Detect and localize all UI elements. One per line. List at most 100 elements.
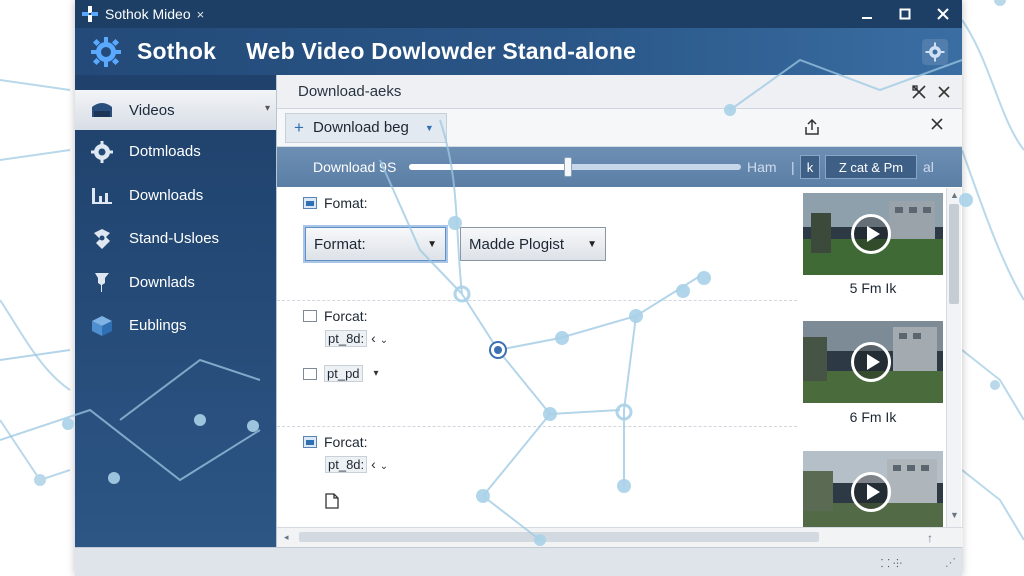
- video-thumbnails: 5 Fm Ik 6 Fm Ik: [803, 188, 945, 533]
- play-icon[interactable]: [851, 342, 891, 382]
- scroll-down-icon[interactable]: ▼: [950, 510, 959, 520]
- progress-track[interactable]: [409, 164, 741, 170]
- format-select[interactable]: Format: ▼: [305, 227, 446, 261]
- sidebar-item-downlads[interactable]: Downlads: [75, 261, 276, 305]
- format-header-row: Fomat:: [303, 195, 368, 211]
- progress-fill: [409, 164, 569, 170]
- sidebar: Videos ▾ Dotmloads Downloads Stand-Usloe…: [75, 75, 276, 547]
- vertical-scrollbar[interactable]: ▲ ▼: [946, 188, 961, 533]
- section2-field2-row: pt_pd ▾: [303, 365, 388, 382]
- download-panel: Download-aeks + Download beg ▼ Download …: [276, 75, 963, 547]
- tab-download[interactable]: + Download beg ▼: [285, 112, 447, 143]
- thumbnail-caption: 6 Fm Ik: [849, 409, 897, 425]
- section3-title: Forcat:: [324, 434, 368, 450]
- panel-header: Download-aeks: [277, 75, 962, 109]
- maximize-button[interactable]: [886, 0, 924, 28]
- sidebar-item-label: Stand-Usloes: [129, 230, 220, 248]
- title-close-glyph: ×: [196, 6, 205, 22]
- divider: [277, 426, 797, 427]
- scroll-up-icon[interactable]: ▲: [950, 190, 959, 200]
- panel-header-buttons: [912, 84, 950, 99]
- app-logo-icon: [82, 6, 98, 22]
- sidebar-item-dotmloads[interactable]: Dotmloads: [75, 130, 276, 174]
- section2-field2-checkbox[interactable]: [303, 367, 317, 380]
- collapse-icon[interactable]: [912, 84, 926, 99]
- horizontal-scroll-thumb[interactable]: [299, 532, 819, 542]
- maximize-icon: [899, 8, 911, 20]
- sidebar-item-label: Videos: [129, 101, 175, 119]
- puzzle-icon: [89, 226, 115, 252]
- progress-slider-handle[interactable]: [564, 157, 573, 177]
- k-button[interactable]: k: [800, 155, 820, 179]
- gear-icon: [925, 42, 945, 61]
- section2-checkbox[interactable]: [303, 310, 317, 322]
- section2-field2[interactable]: pt_pd: [324, 365, 363, 382]
- trailing-text: al: [923, 159, 934, 175]
- chevron-down-icon: ▾: [264, 103, 270, 114]
- bar-chart-icon: [89, 182, 115, 208]
- sidebar-item-label: Eublings: [129, 317, 187, 335]
- chevron-down-icon: ▼: [587, 238, 597, 250]
- video-thumbnail[interactable]: [803, 193, 943, 275]
- section2-field1-row: pt_8d: ‹ ⌄: [325, 330, 388, 347]
- panel-title: Download-aeks: [298, 83, 402, 100]
- format-section-2: Forcat: pt_8d: ‹ ⌄ pt_pd ▾: [303, 308, 388, 382]
- chevron-down-icon[interactable]: ⌄: [380, 335, 388, 346]
- back-arrow-icon[interactable]: ‹: [371, 456, 376, 472]
- back-arrow-icon[interactable]: ‹: [371, 330, 376, 346]
- close-icon[interactable]: [931, 118, 943, 130]
- settings-button[interactable]: [922, 38, 948, 65]
- window-controls: [848, 0, 962, 28]
- sidebar-item-label: Dotmloads: [129, 143, 201, 161]
- play-icon[interactable]: [851, 472, 891, 512]
- vertical-scroll-thumb[interactable]: [949, 204, 959, 304]
- chevron-down-icon[interactable]: ⌄: [380, 461, 388, 472]
- section3-checkbox[interactable]: [303, 436, 317, 448]
- play-icon[interactable]: [851, 214, 891, 254]
- minimize-button[interactable]: [848, 0, 886, 28]
- pin-icon: [89, 269, 115, 295]
- format-checkbox[interactable]: [303, 197, 317, 209]
- minimize-icon: [862, 17, 872, 19]
- chevron-down-icon[interactable]: ▾: [374, 368, 379, 379]
- chevron-down-icon: ▼: [427, 238, 437, 250]
- format-section-3: Forcat: pt_8d: ‹ ⌄: [303, 434, 388, 512]
- plus-icon: +: [294, 117, 304, 137]
- separator: |: [791, 159, 795, 175]
- file-icon-row: [325, 493, 388, 512]
- sidebar-item-stand-usloes[interactable]: Stand-Usloes: [75, 217, 276, 261]
- horizontal-scrollbar[interactable]: ◂ ↑: [277, 527, 963, 547]
- share-icon[interactable]: [803, 118, 821, 136]
- chevron-down-icon[interactable]: ▼: [425, 123, 434, 133]
- sidebar-item-label: Downlads: [129, 273, 195, 291]
- zcat-button[interactable]: Z cat & Pm: [825, 155, 917, 179]
- close-icon[interactable]: [938, 85, 950, 98]
- scroll-top-icon[interactable]: ↑: [927, 531, 933, 545]
- video-thumbnail[interactable]: [803, 321, 943, 403]
- scroll-left-icon[interactable]: ◂: [284, 532, 289, 543]
- download-progress-bar: Download 9S Ham | k Z cat & Pm al: [277, 147, 962, 187]
- app-window: Sothok Mideo × Sothok Web Video Dowlowde…: [75, 0, 963, 576]
- sidebar-item-downloads[interactable]: Downloads: [75, 174, 276, 218]
- video-thumbnail[interactable]: [803, 451, 943, 533]
- video-folder-icon: [89, 97, 115, 123]
- section2-title: Forcat:: [324, 308, 368, 324]
- tab-label: Download beg: [312, 119, 409, 136]
- section2-field1[interactable]: pt_8d:: [325, 330, 368, 347]
- section3-field1[interactable]: pt_8d:: [325, 456, 368, 473]
- resize-grip-icon[interactable]: ⋰: [945, 556, 956, 569]
- sidebar-item-eublings[interactable]: Eublings: [75, 304, 276, 348]
- playlist-select[interactable]: Madde Plogist ▼: [460, 227, 606, 261]
- divider: [277, 300, 797, 301]
- thumbnail-caption: 5 Fm Ik: [849, 280, 897, 296]
- file-icon[interactable]: [325, 493, 339, 509]
- close-icon: [937, 8, 949, 20]
- brand-gear-icon: [91, 36, 121, 67]
- status-icons: ⸬ ⸭: [880, 558, 902, 570]
- sidebar-item-videos[interactable]: Videos ▾: [75, 90, 276, 130]
- format-options: Fomat: Format: ▼ Madde Plogist ▼ Forcat:…: [277, 188, 797, 528]
- download-label: Download 9S: [313, 159, 397, 175]
- close-button[interactable]: [924, 0, 962, 28]
- title-bar: Sothok Mideo ×: [75, 0, 962, 28]
- format-select-value: Format:: [314, 235, 366, 253]
